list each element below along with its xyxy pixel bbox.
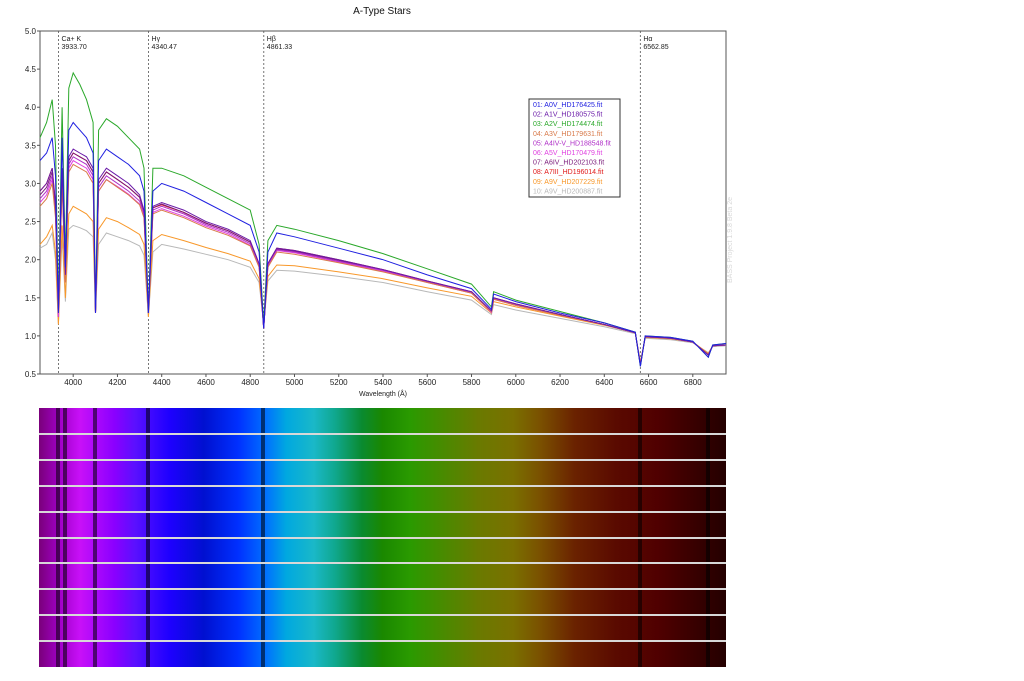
x-tick-label: 5200 xyxy=(330,378,348,387)
y-tick-label: 4.0 xyxy=(25,103,37,112)
x-axis-title: Wavelength (Å) xyxy=(359,389,407,398)
legend-entry: 08: A7III_HD196014.fit xyxy=(533,169,603,176)
x-tick-label: 5000 xyxy=(286,378,304,387)
strip-separator xyxy=(39,640,726,643)
y-tick-label: 3.0 xyxy=(25,179,37,188)
watermark-text: BASS Project 1.9.8 Beta 2e xyxy=(727,197,734,283)
legend-entry: 05: A4IV-V_HD188548.fit xyxy=(533,140,611,147)
legend-entry: 01: A0V_HD176425.fit xyxy=(533,102,602,109)
strip-separator xyxy=(39,484,726,487)
plot-area xyxy=(39,30,727,375)
reference-line-value: 4340.47 xyxy=(152,44,177,51)
legend-entry: 06: A5V_HD170479.fit xyxy=(533,150,602,157)
y-axis: 0.5 1.0 1.5 2.0 2.5 3.0 3.5 4.0 4.5 5.0 xyxy=(25,27,40,379)
legend-entry: 09: A9V_HD207229.fit xyxy=(533,179,602,186)
y-tick-label: 1.5 xyxy=(25,294,37,303)
y-tick-label: 3.5 xyxy=(25,141,37,150)
strip-separator xyxy=(39,588,726,591)
y-tick-label: 5.0 xyxy=(25,27,37,36)
x-tick-label: 6000 xyxy=(507,378,525,387)
y-tick-label: 0.5 xyxy=(25,370,37,379)
spectrum-line-chart: A-Type Stars Ca+ K3933.70 Hγ4340.47 Hβ4861… xyxy=(25,6,734,398)
x-tick-label: 6800 xyxy=(684,378,702,387)
x-tick-label: 5800 xyxy=(463,378,481,387)
reference-line-label: Hβ xyxy=(267,36,276,43)
y-tick-label: 1.0 xyxy=(25,332,37,341)
reference-line-label: Ca+ K xyxy=(62,36,82,43)
y-tick-label: 4.5 xyxy=(25,65,37,74)
x-tick-label: 6400 xyxy=(595,378,613,387)
x-tick-label: 4000 xyxy=(64,378,82,387)
chart-legend: 01: A0V_HD176425.fit 02: A1V_HD180575.fit… xyxy=(528,98,621,198)
reference-line-value: 6562.85 xyxy=(643,44,668,51)
reference-line-value: 4861.33 xyxy=(267,44,292,51)
y-tick-label: 2.0 xyxy=(25,256,37,265)
strip-separator xyxy=(39,432,726,435)
x-tick-label: 4400 xyxy=(153,378,171,387)
x-tick-label: 4600 xyxy=(197,378,215,387)
x-tick-label: 4800 xyxy=(241,378,259,387)
legend-entry: 02: A1V_HD180575.fit xyxy=(533,112,602,119)
x-axis: 4000 4200 4400 4600 4800 5000 5200 5400 5600 5800… xyxy=(64,374,702,387)
legend-entry: 07: A6IV_HD202103.fit xyxy=(533,160,604,167)
strip-separator xyxy=(39,562,726,565)
y-tick-label: 2.5 xyxy=(25,218,37,227)
x-tick-label: 4200 xyxy=(109,378,127,387)
strip-separator xyxy=(39,614,726,617)
legend-entry: 04: A3V_HD179631.fit xyxy=(533,131,602,138)
x-tick-label: 5600 xyxy=(418,378,436,387)
strip-separator xyxy=(39,510,726,513)
x-tick-label: 5400 xyxy=(374,378,392,387)
x-tick-label: 6200 xyxy=(551,378,569,387)
chart-title: A-Type Stars xyxy=(353,6,411,17)
x-tick-label: 6600 xyxy=(640,378,658,387)
synthetic-spectrum-strips xyxy=(39,408,726,667)
reference-line-value: 3933.70 xyxy=(62,44,87,51)
legend-entry: 10: A9V_HD200887.fit xyxy=(533,188,602,195)
strip-separator xyxy=(39,458,726,461)
strip-separator xyxy=(39,536,726,539)
reference-line-label: Hγ xyxy=(152,36,161,43)
reference-line-label: Hα xyxy=(643,36,652,43)
legend-entry: 03: A2V_HD174474.fit xyxy=(533,121,602,128)
